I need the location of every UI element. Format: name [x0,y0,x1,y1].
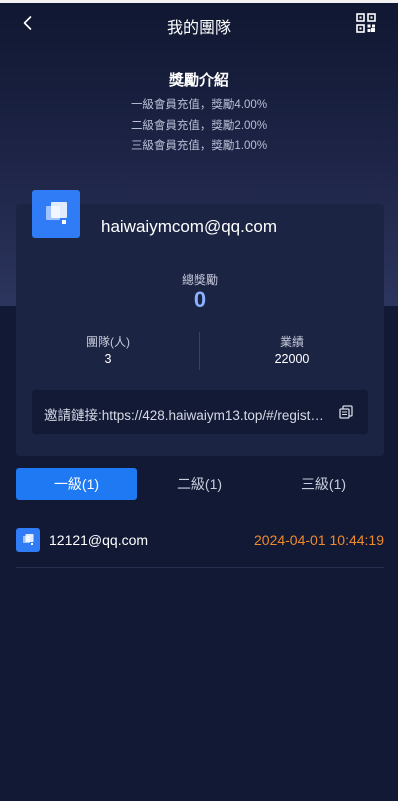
performance-value: 22000 [274,352,310,366]
reward-line-level-2: 二級會員充值，獎勵2.00% [130,120,268,132]
member-avatar [16,528,40,552]
tab-level-1[interactable]: 一級(1) [16,468,137,500]
user-email: haiwaiymcom@qq.com [101,217,277,236]
reward-line-level-1: 一級會員充值，獎勵4.00% [130,99,268,111]
page-title: 我的團隊 [166,20,231,37]
avatar-logo-icon [23,534,34,545]
reward-line-level-3: 三級會員充值，獎勵1.00% [130,140,268,152]
copy-link-button[interactable] [338,404,354,420]
team-count-label: 團隊(人) [86,335,130,349]
reward-intro-title: 獎勵介紹 [168,72,229,89]
member-join-time: 2024-04-01 10:44:19 [254,532,384,548]
total-reward-value: 0 [193,287,207,312]
qr-code-icon [356,13,376,33]
qr-code-button[interactable] [356,13,376,33]
avatar [32,190,80,238]
member-email: 12121@qq.com [49,532,149,548]
avatar-logo-icon [46,202,67,224]
total-reward-label: 總獎勵 [181,273,218,287]
tab-level-3[interactable]: 三級(1) [263,468,384,500]
invite-link-text[interactable]: 邀請鏈接:https://428.haiwaiym13.top/#/regist… [44,404,326,424]
performance-label: 業績 [279,335,304,349]
invite-link-box: 邀請鏈接:https://428.haiwaiym13.top/#/regist… [32,390,368,434]
team-count-value: 3 [104,352,112,366]
copy-icon [339,405,353,419]
list-item[interactable]: 12121@qq.com 2024-04-01 10:44:19 [16,520,384,568]
top-nav-bar: 我的團隊 [0,3,398,43]
tab-level-2[interactable]: 二級(1) [139,468,260,500]
